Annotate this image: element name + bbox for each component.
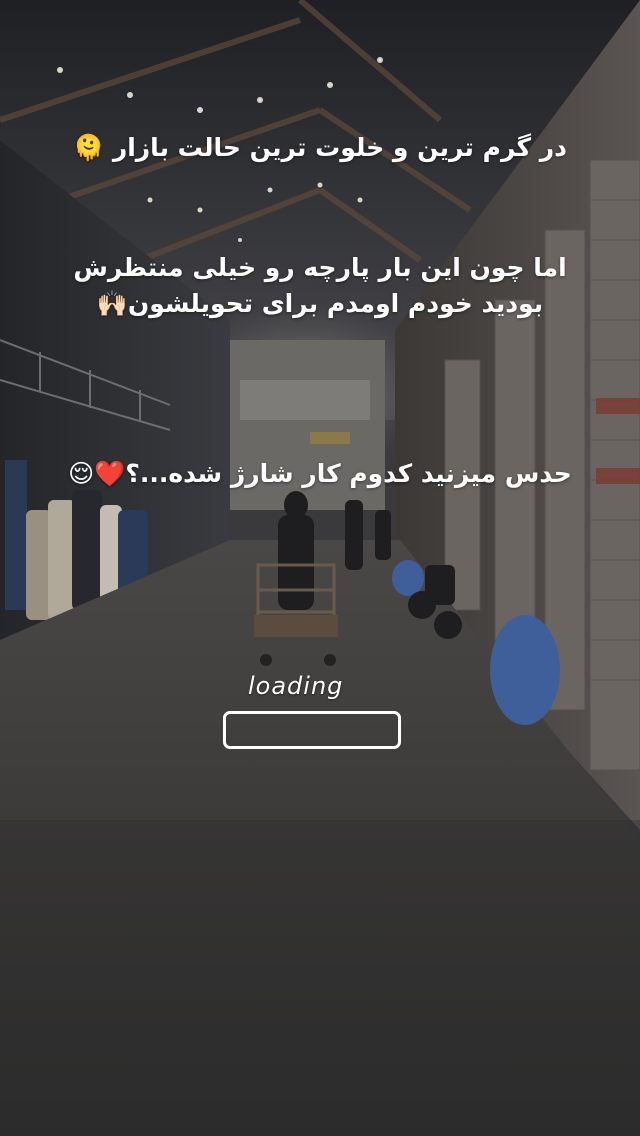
- bazaar-background-photo: [0, 0, 640, 1136]
- story-caption-2: اما چون این بار پارچه رو خیلی منتظرش بود…: [73, 253, 567, 318]
- shutter-stripe: [596, 398, 640, 414]
- story-caption-1: در گرم ترین و خلوت ترین حالت بازار 🫠: [73, 133, 567, 162]
- loading-label: loading: [248, 672, 344, 700]
- loading-progress-bar: [223, 711, 401, 749]
- story-caption-3: حدس میزنید کدوم کار شارژ شده...؟❤️😌: [68, 459, 572, 488]
